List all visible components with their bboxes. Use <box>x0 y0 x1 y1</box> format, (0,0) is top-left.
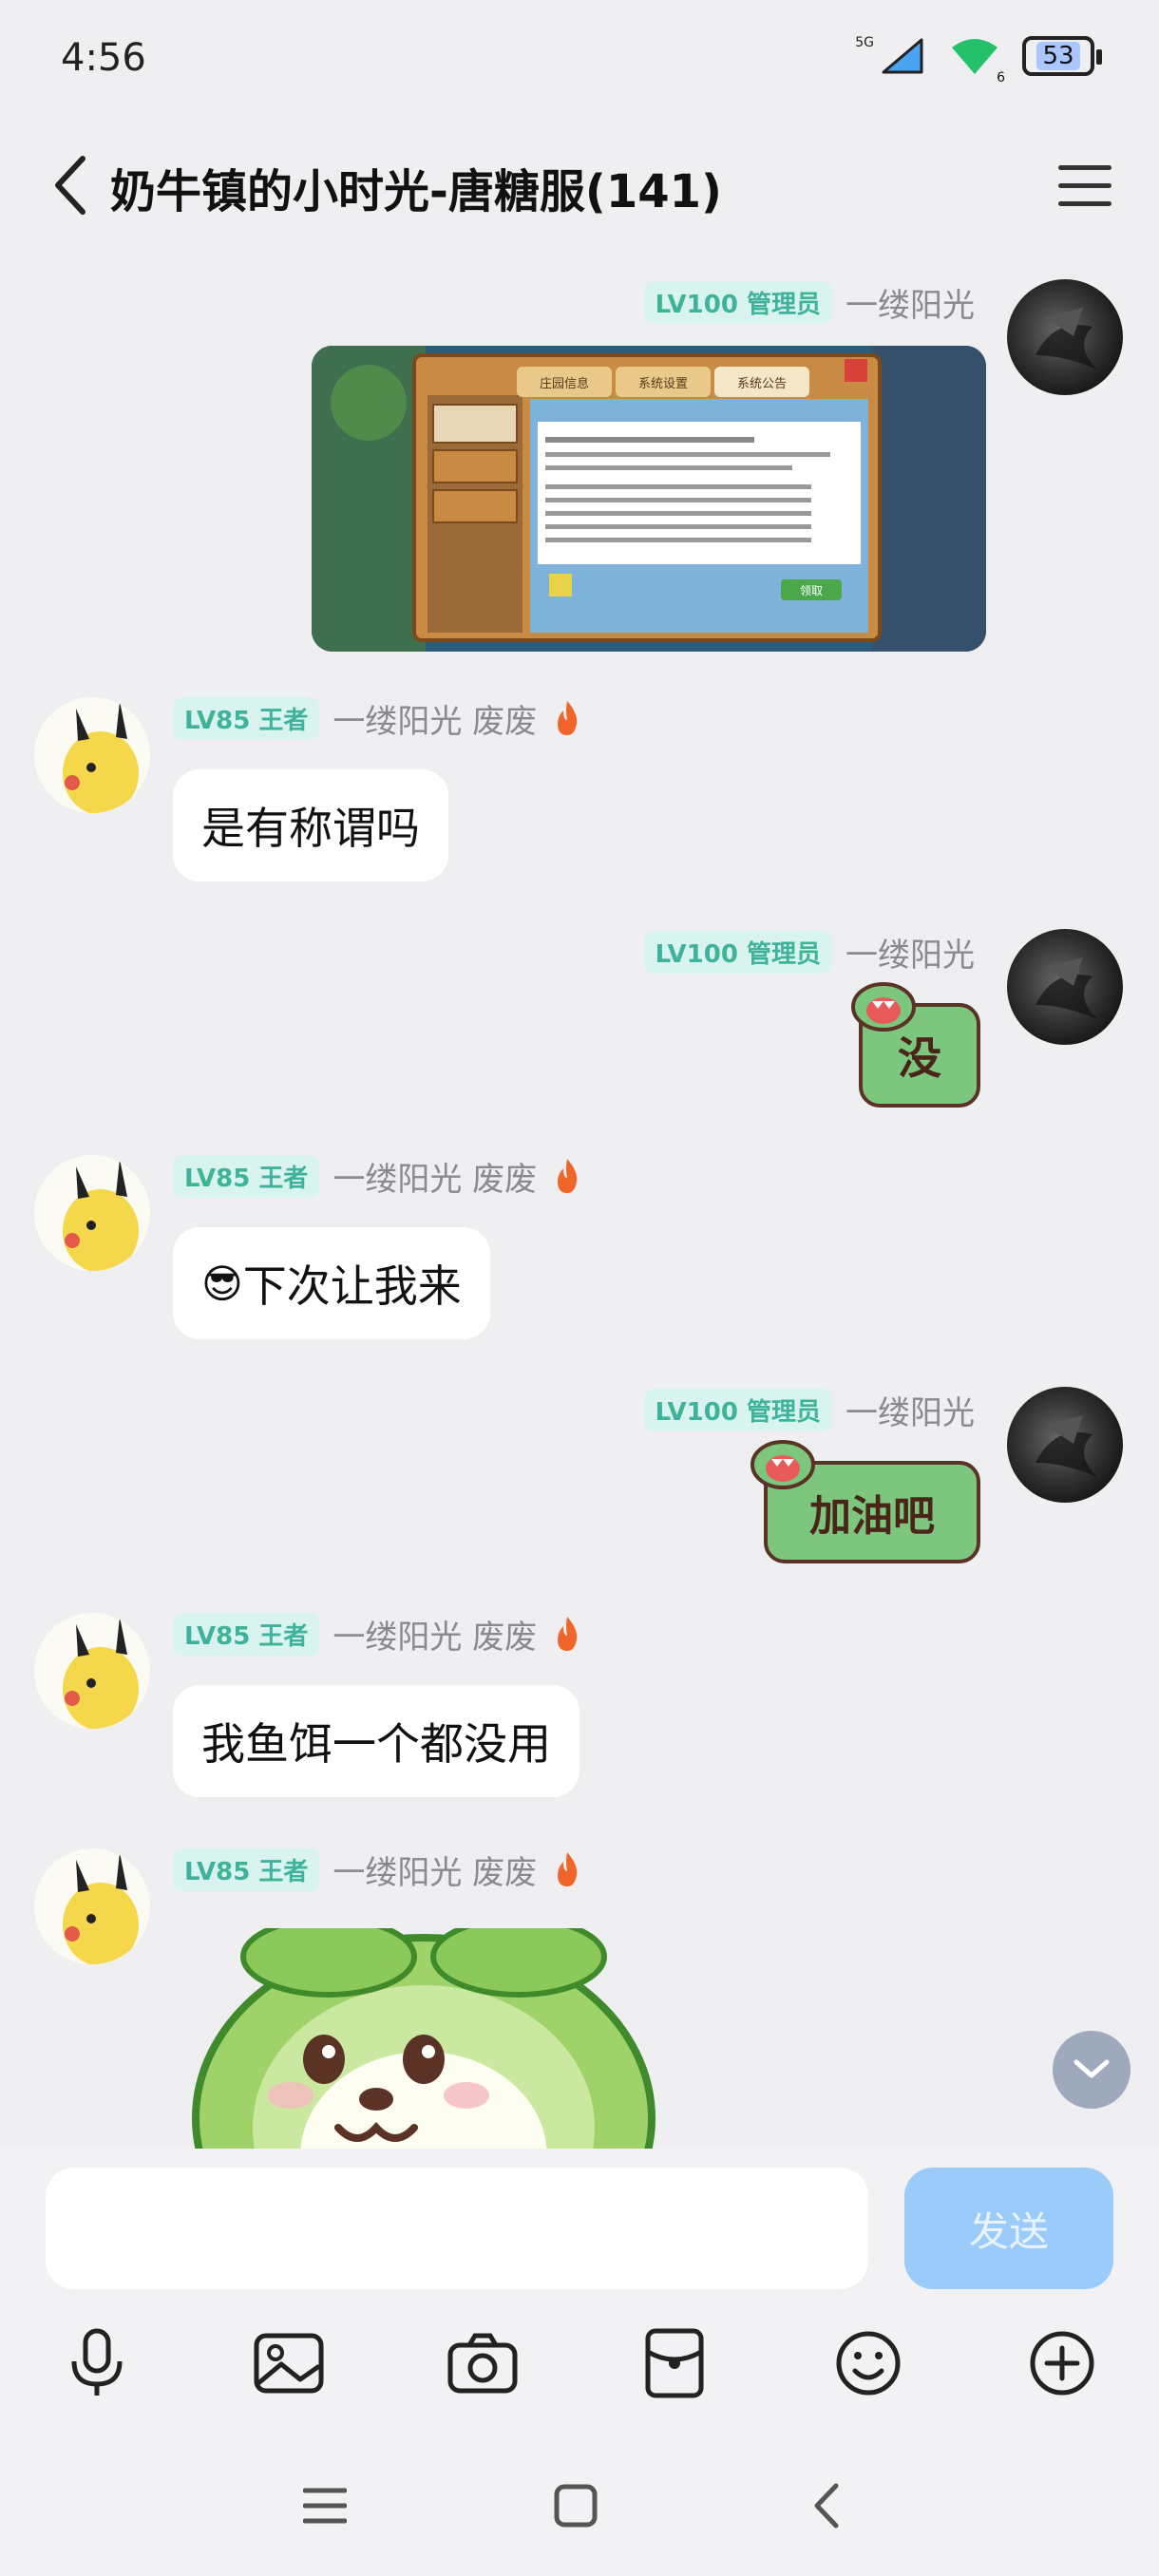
avatar[interactable] <box>34 1613 150 1729</box>
sender-meta: LV100 管理员 一缕阳光 <box>643 280 975 325</box>
message-bubble[interactable]: 是有称谓吗 <box>173 769 448 881</box>
game-tab: 庄园信息 <box>540 376 589 391</box>
camera-icon <box>447 2333 518 2394</box>
sender-meta: LV100 管理员 一缕阳光 <box>643 1388 975 1432</box>
level-badge: LV85 王者 <box>173 696 320 740</box>
signal-icon <box>882 38 923 74</box>
message-bubble[interactable]: 😎 下次让我来 <box>173 1227 490 1339</box>
level-badge: LV100 管理员 <box>643 280 832 324</box>
sticker[interactable]: 没 <box>840 975 992 1111</box>
avatar[interactable] <box>1007 279 1123 395</box>
nav-back-button[interactable] <box>788 2468 864 2544</box>
wifi-icon: 6 <box>948 36 1005 85</box>
flame-icon <box>558 1852 578 1886</box>
sender-meta: LV85 王者 一缕阳光 废废 <box>173 1847 584 1892</box>
wifi-level: 6 <box>997 70 1005 85</box>
emoji-icon <box>836 2331 901 2396</box>
sunglasses-emoji-icon: 😎 <box>201 1260 243 1307</box>
sender-meta: LV100 管理员 一缕阳光 <box>643 930 975 975</box>
menu-icon <box>303 2488 347 2524</box>
game-tab: 系统设置 <box>638 377 688 391</box>
scroll-to-bottom-button[interactable] <box>1053 2031 1130 2109</box>
sender-name: 一缕阳光 <box>846 936 975 975</box>
avatar[interactable] <box>1007 929 1123 1045</box>
red-packet-icon <box>645 2328 704 2398</box>
battery-icon: 53 <box>1022 36 1102 76</box>
message-text: 我鱼饵一个都没用 <box>201 1718 551 1770</box>
message-bubble[interactable]: 我鱼饵一个都没用 <box>173 1685 580 1797</box>
menu-icon <box>1058 164 1112 170</box>
sender-name: 一缕阳光 废废 <box>332 702 538 741</box>
sender-name: 一缕阳光 废废 <box>332 1618 538 1657</box>
plus-icon <box>1030 2331 1094 2396</box>
nav-home-button[interactable] <box>538 2468 614 2544</box>
sender-meta: LV85 王者 一缕阳光 废废 <box>173 1612 584 1657</box>
game-tab: 系统公告 <box>737 377 787 391</box>
chat-header: 奶牛镇的小时光-唐糖服(141) <box>0 133 1159 237</box>
level-badge: LV85 王者 <box>173 1612 320 1656</box>
level-badge: LV100 管理员 <box>643 930 832 974</box>
chevron-left-icon <box>814 2483 839 2529</box>
status-icons: 5G 6 53 <box>855 35 1102 85</box>
sender-name: 一缕阳光 废废 <box>332 1853 538 1892</box>
camera-button[interactable] <box>437 2318 528 2409</box>
flame-icon <box>558 1159 578 1193</box>
chat-title: 奶牛镇的小时光-唐糖服(141) <box>110 165 722 218</box>
more-button[interactable] <box>1016 2318 1108 2409</box>
mic-icon <box>71 2328 123 2396</box>
chevron-down-icon <box>1074 2059 1110 2078</box>
flame-icon <box>558 701 578 735</box>
back-button[interactable] <box>38 152 104 218</box>
level-badge: LV100 管理员 <box>643 1388 832 1431</box>
avatar[interactable] <box>34 1155 150 1271</box>
chevron-left-icon <box>55 156 86 215</box>
game-screenshot-image[interactable]: 庄园信息 系统设置 系统公告 领取 <box>312 346 986 652</box>
network-label: 5G <box>855 35 874 50</box>
sender-meta: LV85 王者 一缕阳光 废废 <box>173 1154 584 1199</box>
avatar[interactable] <box>34 697 150 813</box>
sticker-text: 加油吧 <box>809 1492 935 1541</box>
message-text: 是有称谓吗 <box>201 803 420 854</box>
image-icon <box>254 2333 324 2394</box>
message-text: 下次让我来 <box>242 1260 462 1312</box>
avatar[interactable] <box>1007 1387 1123 1503</box>
sender-meta: LV85 王者 一缕阳光 废废 <box>173 696 584 741</box>
sender-name: 一缕阳光 <box>846 286 975 325</box>
sticker[interactable]: 加油吧 <box>745 1432 992 1569</box>
menu-button[interactable] <box>1049 152 1121 218</box>
message-input[interactable] <box>46 2168 868 2289</box>
level-badge: LV85 王者 <box>173 1154 320 1198</box>
flame-icon <box>558 1617 578 1651</box>
cabbage-sticker[interactable] <box>186 1928 661 2149</box>
sender-name: 一缕阳光 <box>846 1393 975 1432</box>
sender-name: 一缕阳光 废废 <box>332 1160 538 1199</box>
square-icon <box>554 2484 598 2528</box>
emoji-button[interactable] <box>823 2318 914 2409</box>
red-packet-button[interactable] <box>629 2318 720 2409</box>
nav-menu-button[interactable] <box>287 2468 363 2544</box>
send-button[interactable]: 发送 <box>904 2168 1113 2289</box>
composer: 发送 <box>0 2149 1159 2576</box>
level-badge: LV85 王者 <box>173 1847 320 1891</box>
avatar[interactable] <box>34 1848 150 1964</box>
voice-button[interactable] <box>51 2318 142 2409</box>
image-button[interactable] <box>243 2318 334 2409</box>
status-bar: 4:56 5G 6 53 <box>0 0 1159 133</box>
status-time: 4:56 <box>61 36 146 80</box>
battery-level: 53 <box>1036 42 1080 70</box>
sticker-text: 没 <box>898 1032 941 1084</box>
game-button: 领取 <box>800 584 823 597</box>
